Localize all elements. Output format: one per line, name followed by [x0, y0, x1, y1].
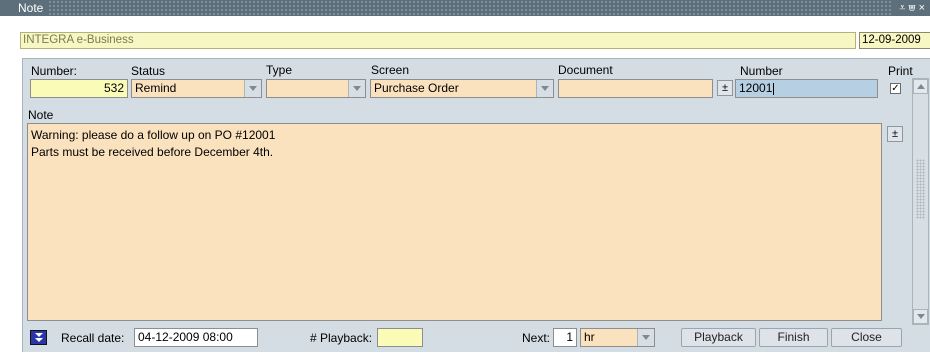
- chevron-up-icon: [916, 84, 925, 89]
- status-select[interactable]: Remind: [131, 79, 262, 98]
- print-label: Print: [888, 64, 913, 78]
- next-unit-select[interactable]: hr: [580, 328, 655, 347]
- note-textarea[interactable]: Warning: please do a follow up on PO #12…: [27, 123, 882, 321]
- document-field[interactable]: [558, 79, 713, 98]
- type-select[interactable]: [266, 79, 366, 98]
- window-controls[interactable]: ⩡⩐×: [893, 0, 930, 16]
- status-value: Remind: [135, 81, 177, 95]
- close-button[interactable]: Close: [831, 328, 902, 347]
- recall-toggle-button[interactable]: [30, 330, 47, 345]
- expand-icon: ±: [891, 128, 899, 140]
- playback-count-field[interactable]: [377, 328, 423, 347]
- doc-number-label: Number: [740, 64, 783, 78]
- status-dropdown-button[interactable]: [244, 80, 261, 97]
- document-lookup-button[interactable]: ±: [717, 80, 733, 96]
- type-label: Type: [266, 63, 293, 77]
- number-field[interactable]: 532: [30, 79, 128, 98]
- doc-number-value: 12001: [739, 81, 773, 95]
- expand-icon: ±: [721, 82, 729, 94]
- type-dropdown-button[interactable]: [348, 80, 365, 97]
- recall-date-label: Recall date:: [61, 331, 125, 345]
- type-value: [267, 80, 348, 97]
- screen-dropdown-button[interactable]: [536, 80, 553, 97]
- chevron-down-icon: [249, 86, 257, 91]
- vertical-scrollbar[interactable]: [912, 78, 929, 325]
- company-field: INTEGRA e-Business: [20, 32, 856, 49]
- next-unit-dropdown-button[interactable]: [637, 329, 654, 346]
- double-chevron-down-icon: [34, 333, 43, 337]
- chevron-down-icon: [916, 314, 925, 319]
- date-field: 12-09-2009: [859, 32, 930, 49]
- playback-count-label: # Playback:: [310, 331, 373, 345]
- screen-value: Purchase Order: [374, 81, 459, 95]
- note-line: Parts must be received before December 4…: [31, 145, 274, 159]
- scroll-up-button[interactable]: [913, 79, 928, 94]
- title-bar: Note ⩡⩐×: [0, 0, 930, 16]
- number-label: Number:: [31, 64, 78, 78]
- status-label: Status: [131, 64, 166, 78]
- screen-select[interactable]: Purchase Order: [370, 79, 554, 98]
- next-label: Next:: [522, 331, 551, 345]
- next-interval-field[interactable]: 1: [553, 328, 577, 347]
- screen-label: Screen: [371, 63, 410, 77]
- playback-button[interactable]: Playback: [681, 328, 756, 347]
- next-unit-value: hr: [584, 330, 595, 344]
- note-expand-button[interactable]: ±: [887, 126, 903, 142]
- recall-date-field[interactable]: 04-12-2009 08:00: [134, 328, 258, 347]
- note-label: Note: [28, 108, 54, 122]
- chevron-down-icon: [541, 86, 549, 91]
- document-label: Document: [558, 63, 613, 77]
- scroll-grip[interactable]: [916, 159, 925, 219]
- print-checkbox[interactable]: ✓: [890, 83, 901, 94]
- doc-number-field[interactable]: 12001: [735, 79, 878, 98]
- chevron-down-icon: [642, 335, 650, 340]
- scroll-down-button[interactable]: [913, 309, 928, 324]
- window-title: Note: [0, 0, 50, 16]
- finish-button[interactable]: Finish: [759, 328, 828, 347]
- note-line: Warning: please do a follow up on PO #12…: [31, 128, 276, 142]
- chevron-down-icon: [353, 86, 361, 91]
- chevron-down-icon: [34, 338, 43, 342]
- text-cursor: [773, 82, 775, 95]
